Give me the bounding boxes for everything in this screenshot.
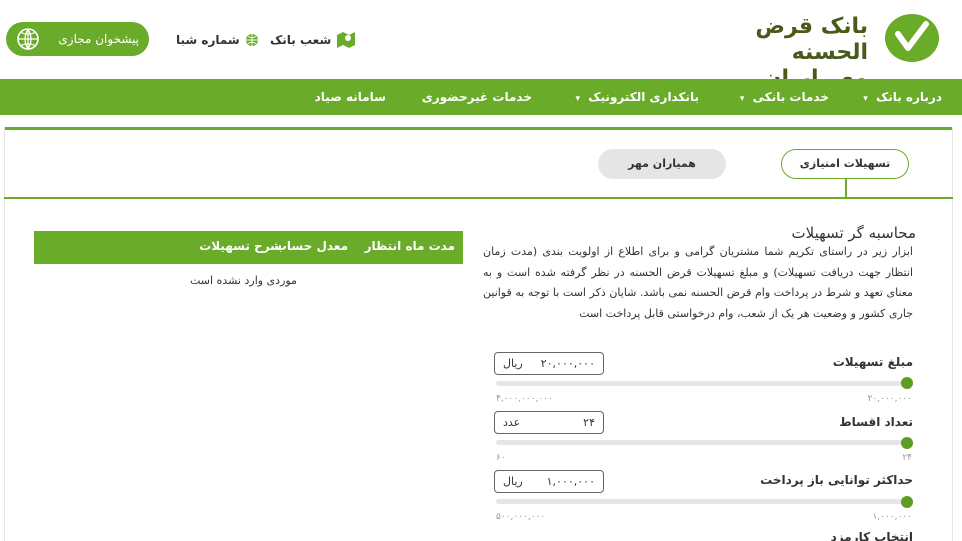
- max-repayment-min-label: ۱,۰۰۰,۰۰۰: [872, 512, 912, 522]
- installments-max-label: ۶۰: [496, 453, 506, 463]
- nav-e-banking-label: بانکداری الکترونیک: [588, 90, 699, 104]
- installments-value: ۲۴: [583, 416, 595, 429]
- loan-amount-min-label: ۲۰,۰۰۰,۰۰۰: [867, 394, 912, 404]
- portal-label: پیشخوان مجازی: [58, 32, 139, 46]
- web-globe-icon: [17, 28, 39, 50]
- column-header-wait-months: مدت ماه انتظار: [364, 239, 455, 253]
- column-header-account-average: معدل حساب: [274, 239, 348, 253]
- nav-about-bank-label: درباره بانک: [875, 90, 942, 104]
- map-icon: [337, 32, 356, 48]
- installments-slider[interactable]: [496, 440, 908, 445]
- tab-divider: [4, 197, 953, 199]
- shaba-link[interactable]: شماره شبا: [176, 30, 259, 50]
- max-repayment-slider-handle[interactable]: [901, 496, 913, 508]
- fee-selection-label: انتخاب کارمزد: [830, 530, 913, 541]
- branches-label: شعب بانک: [270, 33, 332, 47]
- chevron-down-icon: ▾: [739, 94, 745, 104]
- loan-amount-max-label: ۴,۰۰۰,۰۰۰,۰۰۰: [496, 394, 553, 404]
- max-repayment-label: حداکثر توانایی باز پرداخت: [760, 473, 913, 487]
- content-frame-top: [4, 127, 953, 130]
- loan-amount-unit: ریال: [503, 357, 523, 370]
- nav-remote-services[interactable]: خدمات غیرحضوری: [422, 79, 532, 115]
- main-nav: درباره بانک ▾ خدمات بانکی ▾ بانکداری الک…: [0, 79, 962, 115]
- content-frame-right: [952, 127, 953, 541]
- loan-amount-label: مبلغ تسهیلات: [832, 355, 913, 369]
- loan-amount-slider-handle[interactable]: [901, 377, 913, 389]
- chevron-down-icon: ▾: [863, 94, 868, 104]
- calculator-title: محاسبه گر تسهیلات: [791, 224, 916, 242]
- nav-e-banking[interactable]: بانکداری الکترونیک ▾: [576, 79, 699, 115]
- installments-unit: عدد: [503, 416, 521, 429]
- nav-about-bank[interactable]: درباره بانک ▾: [863, 79, 942, 115]
- loan-amount-value: ۲۰,۰۰۰,۰۰۰: [540, 357, 595, 370]
- tab-mehr-partners[interactable]: همیاران مهر: [598, 149, 726, 179]
- max-repayment-value: ۱,۰۰۰,۰۰۰: [546, 475, 595, 488]
- loan-amount-input[interactable]: ۲۰,۰۰۰,۰۰۰ ریال: [494, 352, 604, 375]
- branches-link[interactable]: شعب بانک: [270, 30, 356, 50]
- virtual-portal-button[interactable]: پیشخوان مجازی: [6, 22, 149, 56]
- nav-banking-services-label: خدمات بانکی: [752, 90, 829, 104]
- nav-sayad-system[interactable]: سامانه صیاد: [315, 79, 386, 115]
- nav-remote-services-label: خدمات غیرحضوری: [421, 90, 532, 104]
- checkmark-logo-icon: [885, 14, 939, 62]
- max-repayment-unit: ریال: [503, 475, 523, 488]
- globe-icon: [245, 34, 258, 46]
- chevron-down-icon: ▾: [575, 94, 581, 104]
- nav-banking-services[interactable]: خدمات بانکی ▾: [740, 79, 829, 115]
- results-empty-message: موردی وارد نشده است: [190, 274, 297, 287]
- installments-slider-handle[interactable]: [901, 437, 913, 449]
- column-header-loan-description: شرح تسهیلات: [199, 239, 282, 253]
- max-repayment-input[interactable]: ۱,۰۰۰,۰۰۰ ریال: [494, 470, 604, 493]
- site-header: بانک قرض الحسنه مهر ایران شعب بانک شماره…: [0, 0, 962, 91]
- installments-input[interactable]: ۲۴ عدد: [494, 411, 604, 434]
- max-repayment-slider[interactable]: [496, 499, 908, 504]
- calculator-description: ابزار زیر در راستای تکریم شما مشتریان گر…: [483, 245, 913, 320]
- bank-logo[interactable]: بانک قرض الحسنه مهر ایران: [690, 10, 940, 91]
- installments-label: تعداد اقساط: [839, 415, 913, 429]
- active-tab-connector: [845, 179, 847, 198]
- nav-sayad-system-label: سامانه صیاد: [314, 90, 386, 104]
- tab-privileged-loans[interactable]: تسهیلات امتیازی: [781, 149, 909, 179]
- shaba-label: شماره شبا: [176, 33, 240, 47]
- content-frame-left: [4, 127, 5, 541]
- bank-name-line1: بانک قرض الحسنه: [755, 14, 868, 65]
- max-repayment-max-label: ۵۰۰,۰۰۰,۰۰۰: [496, 512, 546, 522]
- loan-amount-slider[interactable]: [496, 381, 908, 386]
- installments-min-label: ۲۴: [902, 453, 912, 463]
- results-table-header: مدت ماه انتظار معدل حساب شرح تسهیلات: [34, 231, 463, 264]
